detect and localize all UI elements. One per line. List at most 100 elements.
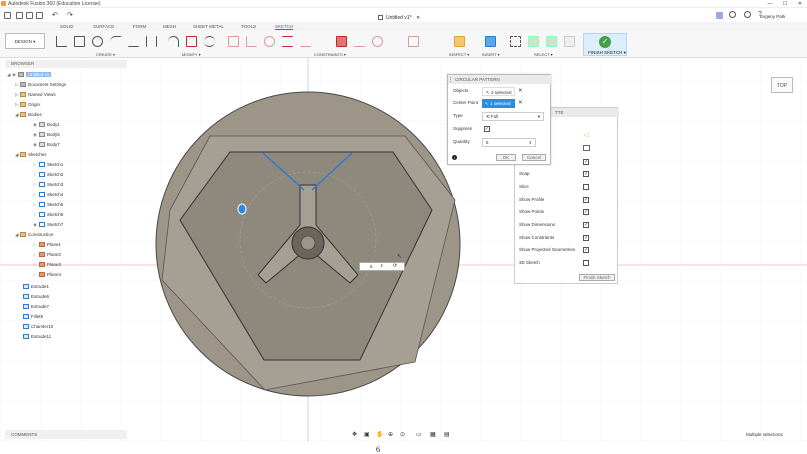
display-settings-icon[interactable]: ▭ [416,431,422,438]
offset-icon[interactable] [204,36,215,47]
tree-item[interactable]: ○ Plane1 [33,242,61,251]
3d-sketch-checkbox[interactable] [583,260,589,266]
timeline-item[interactable]: Extrude1 [23,284,49,293]
minimize-button[interactable]: — [765,1,775,7]
tab-sketch[interactable]: SKETCH [275,24,294,30]
tree-item[interactable]: ◉ Body7 [33,142,60,151]
horizontal-vertical-icon[interactable] [426,36,437,47]
select-edge-icon[interactable] [564,36,575,47]
viewports-icon[interactable]: ▤ [444,431,450,438]
clear-objects-button[interactable]: ✕ [518,88,523,94]
polygon-icon[interactable] [128,36,139,47]
clear-center-button[interactable]: ✕ [518,100,523,106]
concentric-icon[interactable] [372,36,383,47]
user-name[interactable]: Evgeny Park [760,14,786,19]
timeline-item[interactable]: Extrude7 [23,304,49,313]
finish-sketch-button[interactable]: ✓ FINISH SKETCH ▾ [583,33,627,56]
constraints-group[interactable]: CONSTRAINTS ▾ [314,52,346,57]
save-icon[interactable] [36,12,43,19]
grid-settings-icon[interactable]: ▦ [430,431,436,438]
collinear-icon[interactable] [318,36,329,47]
tab-tools[interactable]: TOOLS [241,24,256,29]
cancel-button[interactable]: Cancel [522,154,546,161]
select-face-icon[interactable] [546,36,557,47]
tree-item[interactable]: ◢ Bodies [15,112,42,121]
ok-button[interactable]: OK [496,154,516,161]
zoom-icon[interactable]: ⊕ [388,431,393,438]
show-dimensions-checkbox[interactable]: ✓ [583,222,589,228]
document-tab[interactable]: Untitled v1* ✕ [362,12,452,22]
tree-item[interactable]: ○ Sketch6 [33,212,63,221]
tree-item[interactable]: ◢ Construction [15,232,53,241]
close-window-button[interactable]: ✕ [795,1,805,7]
select-window-icon[interactable] [510,36,521,47]
pan-icon[interactable]: ✋ [376,431,383,438]
timeline-item[interactable]: Fillet9 [23,314,43,323]
show-constraints-checkbox[interactable]: ✓ [583,235,589,241]
circle-icon[interactable] [92,36,103,47]
look-at-icon[interactable]: ◁ [584,132,589,139]
tree-item[interactable]: ◢ Sketches [15,152,47,161]
tree-item[interactable]: ◉ Body5 [33,132,60,141]
comments-panel[interactable]: COMMENTS [5,430,127,439]
objects-selection[interactable]: ↖ 2 selected [482,87,515,96]
tab-mesh[interactable]: MESH [163,24,176,29]
timeline-item[interactable]: Extrude6 [23,294,49,303]
tree-item[interactable]: ◉ Body1 [33,122,60,131]
center-point-selection[interactable]: ↖ 1 selected [482,99,515,108]
look-at-icon[interactable]: ▣ [364,431,370,438]
midpoint-icon[interactable] [354,36,365,47]
tree-item[interactable]: ▷ Origin [15,102,40,111]
tree-item[interactable]: ○ Plane2 [33,252,61,261]
viewcube[interactable]: TOP [768,72,796,100]
viewcube-top-face[interactable]: TOP [771,77,793,93]
quantity-input[interactable]: 6 ⇕ [482,138,536,147]
tangent-icon[interactable] [264,36,275,47]
maximize-button[interactable]: ☐ [780,1,790,7]
save-icon[interactable] [26,12,33,19]
timeline-item[interactable]: Chamfer10 [23,324,53,333]
coincident-icon[interactable] [228,36,239,47]
tree-item[interactable]: ○ Sketch4 [33,192,63,201]
option-checkbox[interactable]: ✓ [583,159,589,165]
cycle-icon[interactable]: ⟳ [393,263,397,269]
tree-root[interactable]: ◢ ◉ Untitled v1 [7,72,52,81]
show-points-checkbox[interactable]: ✓ [583,209,589,215]
suppress-checkbox[interactable]: ✓ [484,126,490,132]
snap-checkbox[interactable]: ✓ [583,171,589,177]
tree-item[interactable]: ○ Sketch2 [33,172,63,181]
close-tab-icon[interactable]: ✕ [416,15,420,21]
globe-icon[interactable] [744,11,751,18]
sketch-grid-icon[interactable] [583,145,590,151]
stepper-icon[interactable]: ⇕ [529,139,532,147]
slot-icon[interactable] [146,36,157,47]
fit-icon[interactable]: ⊙ [400,431,405,438]
show-projected-checkbox[interactable]: ✓ [583,247,589,253]
equal-icon[interactable] [282,36,293,47]
tab-form[interactable]: FORM [133,24,146,29]
symmetry-icon[interactable] [390,36,401,47]
insert-group[interactable]: INSERT ▾ [482,52,500,57]
tree-item[interactable]: ▷ Document Settings [15,82,66,91]
tab-surface[interactable]: SURFACE [93,24,114,29]
tree-item[interactable]: ○ Sketch5 [33,202,63,211]
slice-checkbox[interactable] [583,184,589,190]
fillet-icon[interactable] [168,36,179,47]
info-icon[interactable]: i [452,155,457,160]
tab-solid[interactable]: SOLID [60,24,74,29]
palette-finish-sketch-button[interactable]: Finish Sketch [579,274,615,281]
arc-icon[interactable] [110,36,121,47]
inspect-group[interactable]: INSPECT ▾ [449,52,469,57]
measure-icon[interactable] [454,36,465,47]
tree-item[interactable]: ◉ Sketch7 [33,222,63,231]
tab-sheet-metal[interactable]: SHEET METAL [193,24,224,29]
tree-item[interactable]: ○ Plane4 [33,272,61,281]
tree-item[interactable]: ○ Sketch1 [33,162,63,171]
rectangle-icon[interactable] [74,36,85,47]
tree-item[interactable]: ▷ Named Views [15,92,56,101]
line-icon[interactable] [56,36,67,47]
tree-item[interactable]: ○ Plane3 [33,262,61,271]
fix-lock-icon[interactable] [336,36,347,47]
stepper-icon[interactable]: ⇕ [380,263,383,268]
show-profile-checkbox[interactable]: ✓ [583,197,589,203]
